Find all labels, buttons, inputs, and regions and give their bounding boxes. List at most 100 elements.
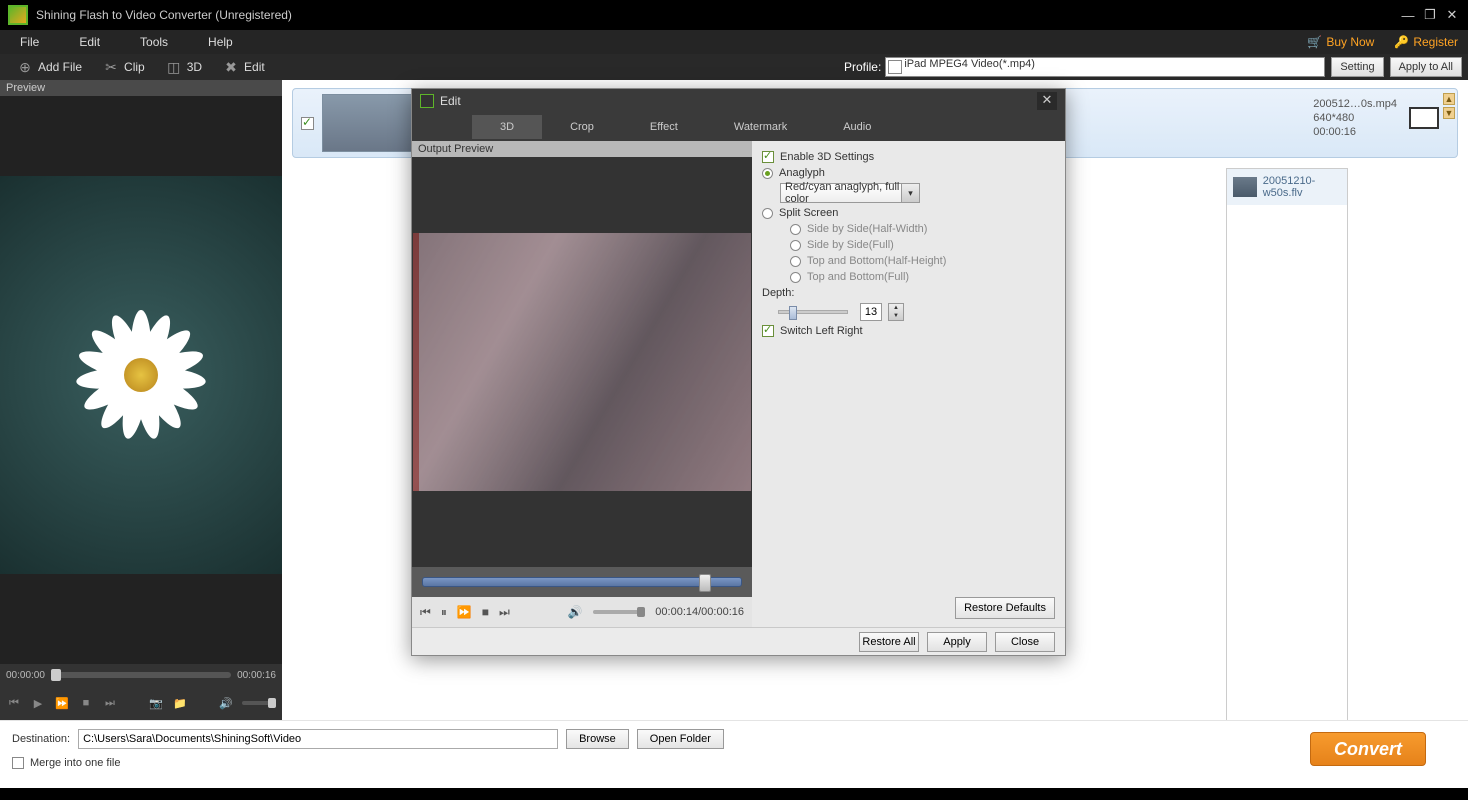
dlg-volume-slider[interactable] [593, 610, 646, 614]
depth-spinner[interactable]: ▲▼ [888, 303, 904, 321]
side-list-item[interactable]: 20051210-w50s.flv [1227, 169, 1347, 205]
menu-edit[interactable]: Edit [59, 35, 120, 49]
edit-dialog-footer: Restore All Apply Close [412, 627, 1065, 655]
profile-select[interactable]: iPad MPEG4 Video(*.mp4) [885, 57, 1325, 77]
enable-3d-label: Enable 3D Settings [780, 151, 874, 163]
app-logo-icon [8, 5, 28, 25]
preview-time-end: 00:00:16 [237, 670, 276, 681]
tab-3d[interactable]: 3D [472, 115, 542, 139]
convert-button[interactable]: Convert [1310, 732, 1426, 766]
move-down-button[interactable]: ▼ [1443, 107, 1455, 119]
add-file-button[interactable]: ⊕Add File [6, 58, 92, 76]
prev-icon[interactable]: ⏮ [6, 695, 22, 711]
preview-image [0, 176, 282, 574]
anaglyph-radio[interactable] [762, 168, 773, 179]
apply-to-all-button[interactable]: Apply to All [1390, 57, 1462, 77]
profile-label: Profile: [844, 60, 881, 74]
tb-full-radio [790, 272, 801, 283]
dlg-fwd-icon[interactable]: ⏩ [457, 605, 472, 619]
open-folder-button[interactable]: Open Folder [637, 729, 724, 749]
move-up-button[interactable]: ▲ [1443, 93, 1455, 105]
next-icon[interactable]: ⏭ [102, 695, 118, 711]
sbs-full-radio [790, 240, 801, 251]
file-thumbnail [322, 94, 414, 152]
tab-effect[interactable]: Effect [622, 115, 706, 139]
menu-help[interactable]: Help [188, 35, 253, 49]
cart-icon: 🛒 [1307, 35, 1322, 49]
edit-button[interactable]: ✖Edit [212, 58, 275, 76]
dlg-pause-icon[interactable]: ⏸ [441, 605, 447, 620]
output-preview-label: Output Preview [412, 141, 752, 157]
preview-timeline: 00:00:00 00:00:16 [0, 664, 282, 686]
chevron-down-icon: ▾ [901, 184, 919, 202]
tab-audio[interactable]: Audio [815, 115, 899, 139]
file-name: 200512…0s.mp4 [1313, 97, 1397, 111]
switch-lr-checkbox[interactable] [762, 325, 774, 337]
restore-defaults-button[interactable]: Restore Defaults [955, 597, 1055, 619]
dlg-volume-icon[interactable]: 🔊 [568, 605, 583, 619]
video-scrubber [412, 567, 752, 597]
scrub-track[interactable] [422, 577, 742, 587]
split-screen-label: Split Screen [779, 207, 838, 219]
close-button[interactable]: Close [995, 632, 1055, 652]
restore-all-button[interactable]: Restore All [859, 632, 919, 652]
destination-input[interactable] [78, 729, 558, 749]
3d-button[interactable]: ◫3D [155, 58, 212, 76]
buy-now-link[interactable]: 🛒Buy Now [1297, 35, 1384, 49]
menu-tools[interactable]: Tools [120, 35, 188, 49]
fastfwd-icon[interactable]: ⏩ [54, 695, 70, 711]
split-screen-radio[interactable] [762, 208, 773, 219]
play-icon[interactable]: ▶ [30, 695, 46, 711]
dlg-prev-icon[interactable]: ⏮ [420, 605, 431, 620]
depth-input[interactable] [860, 303, 882, 321]
edit-dialog-icon [420, 94, 434, 108]
close-window-icon[interactable]: ✕ [1444, 7, 1460, 23]
sbs-half-radio [790, 224, 801, 235]
maximize-icon[interactable]: ❐ [1422, 7, 1438, 23]
window-title: Shining Flash to Video Converter (Unregi… [36, 8, 292, 22]
merge-checkbox[interactable] [12, 757, 24, 769]
snapshot-icon[interactable]: 📷 [148, 695, 164, 711]
apply-button[interactable]: Apply [927, 632, 987, 652]
toolbar: ⊕Add File ✂Clip ◫3D ✖Edit Profile: iPad … [0, 54, 1468, 80]
switch-lr-label: Switch Left Right [780, 325, 863, 337]
menubar: File Edit Tools Help 🛒Buy Now 🔑Register [0, 30, 1468, 54]
minimize-icon[interactable]: — [1400, 7, 1416, 23]
file-info: 200512…0s.mp4 640*480 00:00:16 [1313, 97, 1397, 139]
register-link[interactable]: 🔑Register [1384, 35, 1468, 49]
volume-slider[interactable] [242, 701, 276, 705]
dlg-stop-icon[interactable]: ■ [482, 605, 489, 619]
dlg-next-icon[interactable]: ⏭ [499, 605, 510, 620]
preview-panel: Preview 00:00:00 00:00:16 ⏮ ▶ ⏩ ■ [0, 80, 282, 720]
stop-icon[interactable]: ■ [78, 695, 94, 711]
edit-options-pane: Enable 3D Settings Anaglyph Red/cyan ana… [752, 141, 1065, 627]
tab-crop[interactable]: Crop [542, 115, 622, 139]
folder-icon[interactable]: 📁 [172, 695, 188, 711]
anaglyph-mode-select[interactable]: Red/cyan anaglyph, full color▾ [780, 183, 920, 203]
edit-preview-pane: Output Preview ⏮ ⏸ ⏩ ■ ⏭ 🔊 00:00:14/00:0… [412, 141, 752, 627]
preview-controls: ⏮ ▶ ⏩ ■ ⏭ 📷 📁 🔊 [0, 686, 282, 720]
enable-3d-checkbox[interactable] [762, 151, 774, 163]
depth-slider[interactable] [778, 310, 848, 314]
cube-icon: ◫ [165, 58, 183, 76]
setting-button[interactable]: Setting [1331, 57, 1383, 77]
edit-close-button[interactable]: ✕ [1037, 92, 1057, 110]
wrench-icon: ✖ [222, 58, 240, 76]
file-resolution: 640*480 [1313, 111, 1397, 125]
preview-seek-slider[interactable] [51, 672, 231, 678]
edit-dialog: Edit ✕ 3D Crop Effect Watermark Audio Ou… [411, 88, 1066, 656]
clip-button[interactable]: ✂Clip [92, 58, 155, 76]
volume-icon[interactable]: 🔊 [218, 695, 234, 711]
tab-watermark[interactable]: Watermark [706, 115, 815, 139]
video-preview [412, 157, 752, 567]
file-checkbox[interactable] [301, 117, 314, 130]
tb-half-radio [790, 256, 801, 267]
merge-label: Merge into one file [30, 757, 121, 769]
key-icon: 🔑 [1394, 35, 1409, 49]
browse-button[interactable]: Browse [566, 729, 629, 749]
menu-file[interactable]: File [0, 35, 59, 49]
depth-label: Depth: [762, 287, 794, 299]
footer-bar [0, 788, 1468, 800]
side-filename: 20051210-w50s.flv [1263, 175, 1341, 199]
add-file-icon: ⊕ [16, 58, 34, 76]
